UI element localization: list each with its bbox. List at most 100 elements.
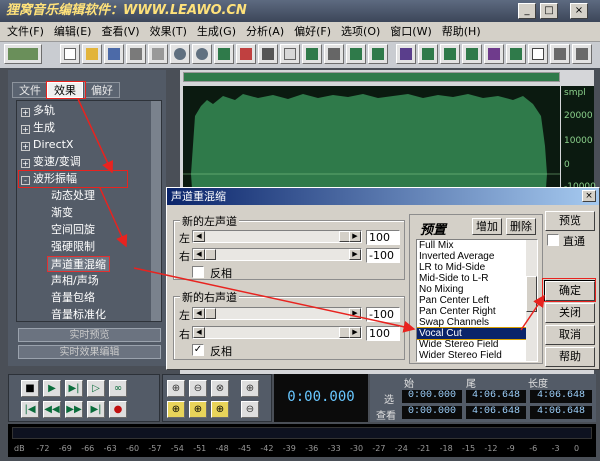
preview-button[interactable]: 预览 [545, 211, 595, 231]
right-from-right-field[interactable]: 100 [366, 326, 400, 341]
left-invert-checkbox[interactable] [192, 266, 204, 278]
right-invert-checkbox[interactable]: ✓ [192, 344, 204, 356]
copy-icon[interactable] [280, 44, 300, 64]
left-from-left-field[interactable]: 100 [366, 230, 400, 245]
zoom-right-icon[interactable]: ⊕ [211, 401, 229, 418]
redo-button[interactable] [192, 44, 212, 64]
wave-view-button[interactable] [214, 44, 234, 64]
help-button[interactable]: 帮助 [545, 347, 595, 367]
view-start[interactable]: 0:00.000 [402, 406, 462, 419]
tree-item-normalize[interactable]: 音量标准化 [51, 307, 106, 323]
stop-icon[interactable]: ■ [21, 380, 39, 397]
tree-item-hard-limit[interactable]: 强硬限制 [51, 239, 95, 255]
zoom-in-vertical-icon[interactable]: ⊕ [241, 380, 259, 397]
loop-icon[interactable]: ∞ [109, 380, 127, 397]
realtime-preview-button[interactable]: 实时预览 [18, 328, 161, 342]
menu-edit[interactable]: 编辑(E) [49, 22, 97, 42]
print-button[interactable] [148, 44, 168, 64]
menu-effects[interactable]: 效果(T) [145, 22, 192, 42]
record-icon[interactable]: ● [109, 401, 127, 418]
tree-item-fade[interactable]: 渐变 [51, 205, 73, 221]
dialog-title-bar[interactable]: 声道重混缩 × [167, 188, 599, 205]
menu-view[interactable]: 查看(V) [96, 22, 144, 42]
cut-icon[interactable] [258, 44, 278, 64]
left-from-right-field[interactable]: -100 [366, 248, 400, 263]
minimize-button[interactable]: _ [518, 3, 536, 19]
tree-item-channel-mixer[interactable]: 声道重混缩 [47, 256, 110, 272]
save-as-button[interactable] [126, 44, 146, 64]
slider-left-arrow-icon[interactable]: ◀ [193, 249, 205, 260]
spectrum-icon[interactable] [440, 44, 460, 64]
right-from-right-slider[interactable]: ◀ ▶ [192, 326, 362, 339]
tree-item-pitch-tempo[interactable]: + 变速/变调 [21, 154, 81, 170]
trim-icon[interactable] [346, 44, 366, 64]
zoom-left-icon[interactable]: ⊕ [189, 401, 207, 418]
slider-right-arrow-icon[interactable]: ▶ [349, 308, 361, 319]
tree-item-envelope[interactable]: 音量包络 [51, 290, 95, 306]
presets-scrollbar[interactable] [526, 240, 537, 361]
tree-scrollbar[interactable] [151, 101, 161, 321]
cancel-button[interactable]: 取消 [545, 325, 595, 345]
tree-item-generate[interactable]: + 生成 [21, 120, 55, 136]
maximize-button[interactable]: □ [540, 3, 558, 19]
menu-favorites[interactable]: 偏好(F) [289, 22, 336, 42]
fast-forward-icon[interactable]: ▶▶ [65, 401, 83, 418]
left-from-left-slider[interactable]: ◀ ▶ [192, 230, 362, 243]
tracks-icon[interactable] [484, 44, 504, 64]
slider-right-arrow-icon[interactable]: ▶ [349, 231, 361, 242]
silence-icon[interactable] [368, 44, 388, 64]
close-window-button[interactable]: × [570, 3, 588, 19]
right-from-left-slider[interactable]: ◀ ▶ [192, 307, 362, 320]
slider-right-arrow-icon[interactable]: ▶ [349, 249, 361, 260]
preset-item[interactable]: Inverted Average [417, 251, 537, 262]
expand-icon[interactable]: + [21, 159, 30, 168]
record-setup-icon[interactable] [550, 44, 570, 64]
new-file-button[interactable] [60, 44, 80, 64]
menu-window[interactable]: 窗口(W) [385, 22, 436, 42]
go-to-start-icon[interactable]: |◀ [21, 401, 39, 418]
dialog-close-button[interactable]: × [582, 190, 596, 202]
selection-end[interactable]: 4:06.648 [466, 390, 526, 403]
preset-item[interactable]: Wider Stereo Field [417, 350, 537, 361]
slider-left-arrow-icon[interactable]: ◀ [193, 308, 205, 319]
preset-item[interactable]: Full Mix [417, 240, 537, 251]
bars-icon[interactable] [506, 44, 526, 64]
frame-icon[interactable] [528, 44, 548, 64]
delete-preset-button[interactable]: 删除 [506, 218, 536, 235]
save-button[interactable] [104, 44, 124, 64]
preset-item[interactable]: Swap Channels [417, 317, 537, 328]
menu-help[interactable]: 帮助(H) [437, 22, 486, 42]
preset-item-selected[interactable]: Vocal Cut [417, 327, 537, 340]
menu-file[interactable]: 文件(F) [2, 22, 49, 42]
realtime-edit-button[interactable]: 实时效果编辑 [18, 345, 161, 359]
rewind-icon[interactable]: ◀◀ [43, 401, 61, 418]
tab-files[interactable]: 文件 [12, 82, 48, 98]
preset-item[interactable]: No Mixing [417, 284, 537, 295]
tree-item-multitrack[interactable]: + 多轨 [21, 103, 55, 119]
slider-thumb[interactable] [205, 308, 216, 319]
menu-analyze[interactable]: 分析(A) [241, 22, 289, 42]
preset-item[interactable]: Pan Center Left [417, 295, 537, 306]
spectral-view-button[interactable] [236, 44, 256, 64]
zoom-out-vertical-icon[interactable]: ⊖ [241, 401, 259, 418]
scroll-thumb[interactable] [526, 276, 537, 312]
undo-button[interactable] [170, 44, 190, 64]
overview-bar[interactable] [183, 72, 560, 82]
preset-item[interactable]: Pan Center Right [417, 306, 537, 317]
play-setup-icon[interactable] [572, 44, 592, 64]
paste-icon[interactable] [302, 44, 322, 64]
preset-item[interactable]: Wide Stereo Field [417, 339, 537, 350]
expand-icon[interactable]: + [21, 125, 30, 134]
view-end[interactable]: 4:06.648 [466, 406, 526, 419]
open-file-button[interactable] [82, 44, 102, 64]
zoom-in-icon[interactable]: ⊕ [167, 380, 185, 397]
go-to-end-icon[interactable]: ▶| [87, 401, 105, 418]
zoom-full-icon[interactable]: ⊗ [211, 380, 229, 397]
multitrack-toggle-button[interactable] [4, 44, 42, 64]
tab-favorites[interactable]: 偏好 [84, 82, 120, 98]
menu-generate[interactable]: 生成(G) [192, 22, 241, 42]
tree-item-dynamics[interactable]: 动态处理 [51, 188, 95, 204]
mix-paste-icon[interactable] [324, 44, 344, 64]
slider-thumb[interactable] [205, 249, 216, 260]
expand-icon[interactable]: + [21, 142, 30, 151]
